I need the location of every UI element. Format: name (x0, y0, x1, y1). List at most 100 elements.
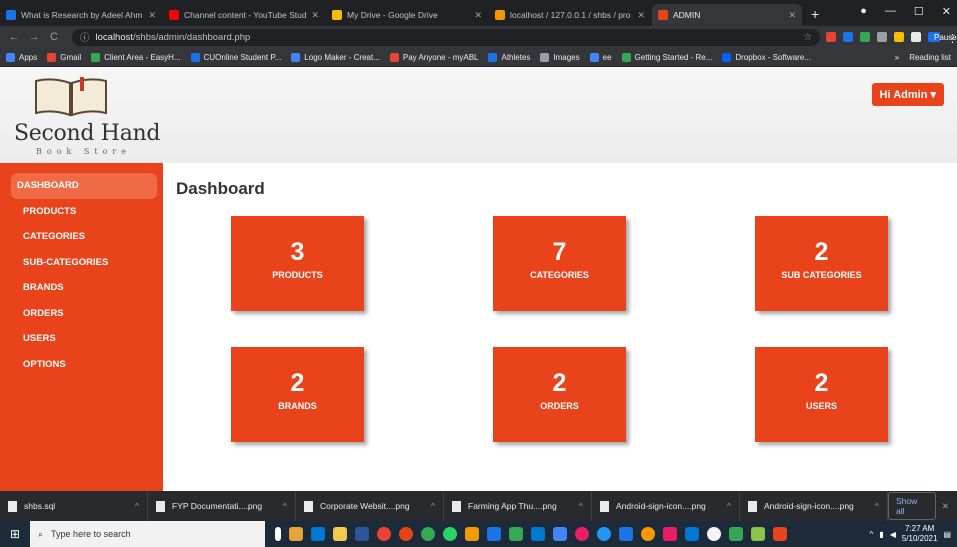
extension-icon[interactable] (843, 32, 853, 42)
sidebar-item-sub-categories[interactable]: SUB-CATEGORIES (6, 250, 157, 276)
sidebar-item-orders[interactable]: ORDERS (6, 301, 157, 327)
stat-card-users[interactable]: 2 USERS (755, 347, 888, 442)
clock[interactable]: 7:27 AM 5/10/2021 (902, 524, 938, 544)
whatsapp-icon[interactable] (443, 527, 457, 541)
tab-close-icon[interactable]: ✕ (474, 10, 482, 21)
cortana-icon[interactable] (275, 527, 281, 541)
stat-card-products[interactable]: 3 PRODUCTS (231, 216, 364, 311)
app-icon[interactable] (773, 527, 787, 541)
app-icon[interactable] (707, 527, 721, 541)
download-item[interactable]: Farming App Thu....png ^ (444, 491, 592, 521)
download-item[interactable]: Corporate Websit....png ^ (296, 491, 444, 521)
bookmark-star-icon[interactable]: ☆ (803, 32, 812, 43)
app-icon[interactable] (487, 527, 501, 541)
close-window-button[interactable]: ✕ (942, 5, 951, 18)
reading-list-button[interactable]: Reading list (909, 53, 951, 62)
app-icon[interactable] (553, 527, 567, 541)
volume-icon[interactable]: ◀ (890, 530, 896, 539)
bookmark-item[interactable]: Athletes (488, 52, 530, 62)
bookmark-item[interactable]: Logo Maker - Creat... (291, 52, 380, 62)
bookmark-item[interactable]: Getting Started - Re... (621, 52, 712, 62)
show-all-downloads-button[interactable]: Show all (888, 492, 936, 520)
browser-tab[interactable]: My Drive - Google Drive ✕ (326, 4, 488, 26)
site-info-icon[interactable]: ⓘ (80, 30, 90, 44)
reload-button[interactable]: C (46, 31, 62, 43)
download-menu-chevron-icon[interactable]: ^ (431, 501, 435, 511)
download-item[interactable]: Android-sign-icon....png ^ (592, 491, 740, 521)
sidebar-item-dashboard[interactable]: DASHBOARD (11, 173, 157, 199)
close-downloads-icon[interactable]: ✕ (942, 501, 949, 512)
sidebar-item-brands[interactable]: BRANDS (6, 275, 157, 301)
menu-kebab-icon[interactable]: ⋮ (947, 32, 957, 45)
bookmark-item[interactable]: ee (589, 52, 612, 62)
download-menu-chevron-icon[interactable]: ^ (283, 501, 287, 511)
file-explorer-icon[interactable] (333, 527, 347, 541)
browser-tab[interactable]: ADMIN ✕ (652, 4, 802, 26)
bookmark-item[interactable]: Dropbox - Software... (722, 52, 811, 62)
app-icon[interactable] (421, 527, 435, 541)
extension-icon[interactable] (826, 32, 836, 42)
network-icon[interactable]: ▮ (879, 530, 883, 539)
bookmark-item[interactable]: Pay Anyone - myABL (389, 52, 478, 62)
app-icon[interactable] (509, 527, 523, 541)
tab-close-icon[interactable]: ✕ (788, 10, 796, 21)
tab-close-icon[interactable]: ✕ (148, 10, 156, 21)
download-item[interactable]: Android-sign-icon....png ^ (740, 491, 888, 521)
minimize-button[interactable]: — (885, 5, 896, 18)
bookmark-item[interactable]: CUOnline Student P... (190, 52, 281, 62)
download-menu-chevron-icon[interactable]: ^ (875, 501, 879, 511)
sidebar-item-categories[interactable]: CATEGORIES (6, 224, 157, 250)
word-icon[interactable] (355, 527, 369, 541)
forward-button[interactable]: → (26, 31, 42, 43)
new-tab-button[interactable]: + (803, 6, 827, 26)
sidebar-item-options[interactable]: OPTIONS (6, 352, 157, 378)
bookmarks-overflow-button[interactable]: » (895, 53, 899, 62)
profile-paused-badge[interactable]: Paused (928, 32, 957, 42)
vscode-icon[interactable] (311, 527, 325, 541)
windows-start-icon[interactable]: ⊞ (0, 527, 30, 541)
app-icon[interactable] (531, 527, 545, 541)
app-icon[interactable] (399, 527, 413, 541)
extension-icon[interactable] (894, 32, 904, 42)
app-icon[interactable] (663, 527, 677, 541)
download-menu-chevron-icon[interactable]: ^ (135, 501, 139, 511)
notification-icon[interactable]: ▤ (943, 530, 951, 539)
app-icon[interactable] (619, 527, 633, 541)
stat-card-brands[interactable]: 2 BRANDS (231, 347, 364, 442)
admin-menu-button[interactable]: Hi Admin ▾ (871, 83, 944, 106)
download-menu-chevron-icon[interactable]: ^ (727, 501, 731, 511)
bookmark-item[interactable]: Images (540, 52, 580, 62)
browser-tab[interactable]: localhost / 127.0.0.1 / shbs / pro ✕ (489, 4, 651, 26)
download-item[interactable]: FYP Documentati....png ^ (148, 491, 296, 521)
extension-icon[interactable] (877, 32, 887, 42)
stat-card-sub-categories[interactable]: 2 SUB CATEGORIES (755, 216, 888, 311)
download-item[interactable]: shbs.sql ^ (0, 491, 148, 521)
skype-icon[interactable] (597, 527, 611, 541)
site-logo[interactable]: Second Hand Book Store (14, 77, 160, 157)
browser-tab[interactable]: What is Research by Adeel Ahm ✕ (0, 4, 162, 26)
bookmark-item[interactable]: Gmail (47, 52, 81, 62)
taskbar-search[interactable]: ⌕ Type here to search (30, 521, 265, 547)
tray-chevron-icon[interactable]: ^ (870, 530, 874, 539)
app-icon[interactable] (289, 527, 303, 541)
stat-card-categories[interactable]: 7 CATEGORIES (493, 216, 626, 311)
back-button[interactable]: ← (6, 31, 22, 43)
bookmark-item[interactable]: Client Area - EasyH... (91, 52, 181, 62)
stat-card-orders[interactable]: 2 ORDERS (493, 347, 626, 442)
puzzle-icon[interactable] (911, 32, 921, 42)
address-bar[interactable]: ⓘ localhost /shbs/admin/dashboard.php ☆ (72, 28, 820, 46)
tab-close-icon[interactable]: ✕ (637, 10, 645, 21)
bookmark-item[interactable]: Apps (6, 52, 37, 62)
app-icon[interactable] (641, 527, 655, 541)
maximize-button[interactable]: ☐ (914, 5, 924, 18)
download-menu-chevron-icon[interactable]: ^ (579, 501, 583, 511)
app-icon[interactable] (685, 527, 699, 541)
tab-close-icon[interactable]: ✕ (311, 10, 319, 21)
app-icon[interactable] (575, 527, 589, 541)
profile-icon[interactable]: ● (860, 5, 867, 18)
sidebar-item-users[interactable]: USERS (6, 326, 157, 352)
app-icon[interactable] (465, 527, 479, 541)
app-icon[interactable] (751, 527, 765, 541)
chrome-icon[interactable] (377, 527, 391, 541)
sidebar-item-products[interactable]: PRODUCTS (6, 199, 157, 225)
